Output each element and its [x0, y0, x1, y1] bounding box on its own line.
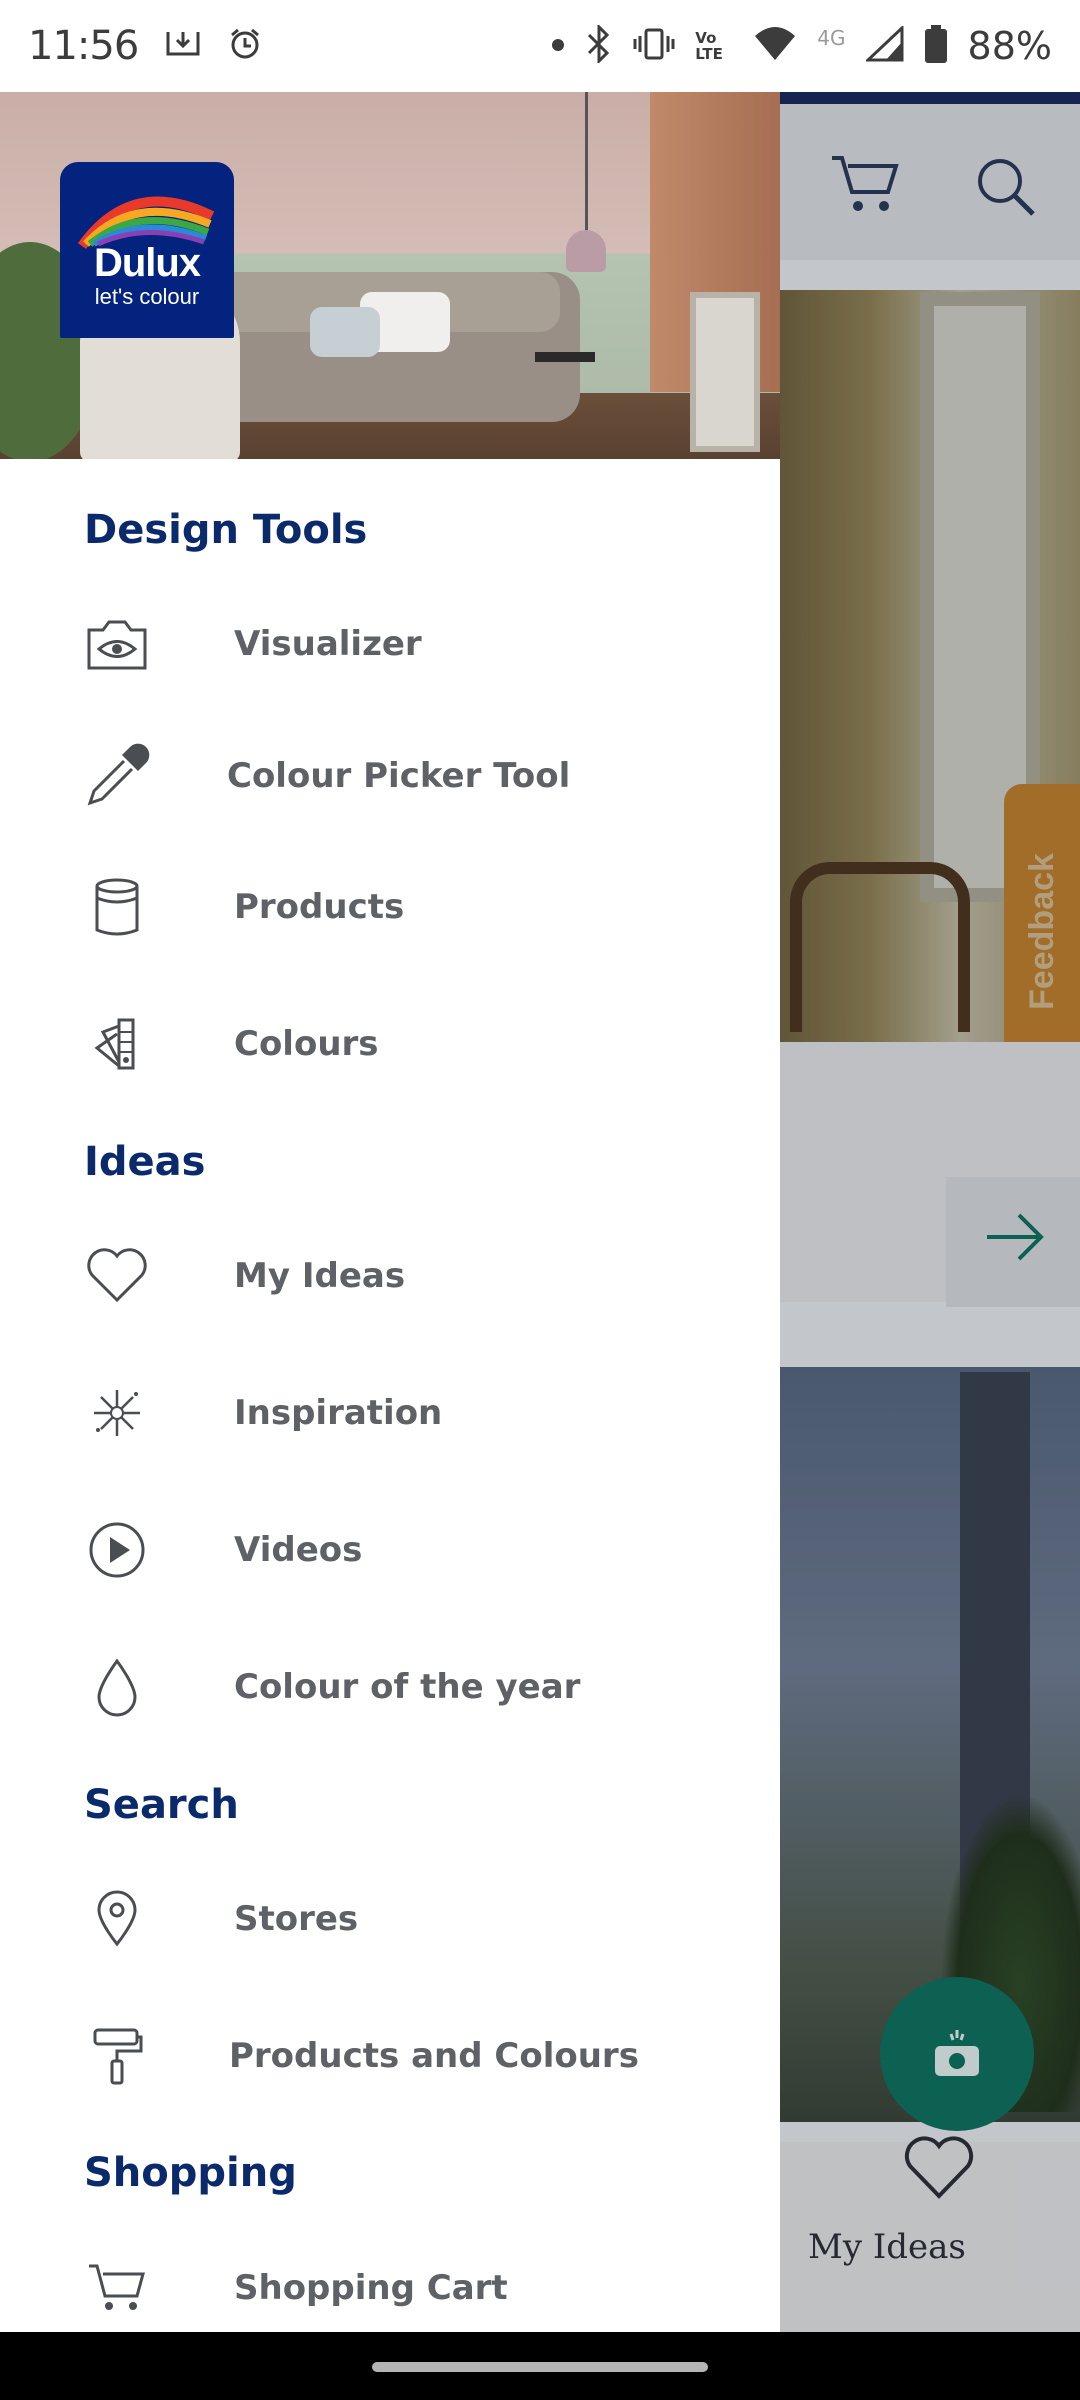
- location-pin-icon: [82, 1884, 152, 1954]
- sparkle-icon: [82, 1378, 152, 1448]
- cart-icon: [82, 2253, 152, 2323]
- system-navigation-bar: [0, 2332, 1080, 2400]
- home-gesture-handle[interactable]: [372, 2362, 708, 2372]
- menu-label-shopping-cart: Shopping Cart: [234, 2268, 508, 2308]
- menu-label-colour-picker-tool: Colour Picker Tool: [227, 756, 571, 796]
- dulux-logo: Dulux let's colour: [60, 162, 234, 338]
- drop-icon: [82, 1652, 152, 1722]
- menu-label-colours: Colours: [234, 1024, 379, 1064]
- menu-label-colour-of-the-year: Colour of the year: [234, 1667, 581, 1707]
- drawer-header-image: Dulux let's colour: [0, 92, 780, 459]
- notification-dot-icon: [551, 37, 565, 56]
- section-title-shopping: Shopping: [84, 2150, 297, 2196]
- menu-label-inspiration: Inspiration: [234, 1393, 443, 1433]
- navigation-drawer: Dulux let's colour Design Tools Visualiz…: [0, 92, 780, 2332]
- signal-icon: [863, 24, 904, 66]
- menu-item-stores[interactable]: Stores: [0, 1864, 780, 1974]
- menu-label-stores: Stores: [234, 1899, 359, 1939]
- section-title-ideas: Ideas: [84, 1139, 206, 1185]
- menu-item-visualizer[interactable]: Visualizer: [0, 589, 780, 699]
- play-circle-icon: [82, 1515, 152, 1585]
- colour-swatch-icon: [82, 1009, 152, 1079]
- volte-icon: Vo LTE: [695, 30, 733, 62]
- menu-item-my-ideas[interactable]: My Ideas: [0, 1221, 780, 1331]
- wifi-icon: [753, 26, 797, 66]
- battery-icon: [924, 25, 948, 67]
- menu-item-products-and-colours[interactable]: Products and Colours: [0, 2001, 780, 2111]
- eyedropper-icon: [82, 741, 152, 811]
- menu-item-colour-picker-tool[interactable]: Colour Picker Tool: [0, 721, 780, 831]
- section-title-design-tools: Design Tools: [84, 507, 368, 553]
- volte-text: Vo LTE: [695, 29, 723, 63]
- menu-label-videos: Videos: [234, 1530, 363, 1570]
- menu-label-visualizer: Visualizer: [234, 624, 422, 664]
- menu-item-inspiration[interactable]: Inspiration: [0, 1358, 780, 1468]
- menu-item-colours[interactable]: Colours: [0, 989, 780, 1099]
- status-bar: 11:56 Vo LTE 4G 88%: [0, 0, 1080, 92]
- status-time: 11:56: [28, 23, 139, 69]
- camera-eye-icon: [82, 609, 152, 679]
- network-type: 4G: [817, 26, 846, 50]
- drawer-scrim[interactable]: [780, 92, 1080, 2332]
- alarm-icon: [228, 27, 262, 65]
- menu-label-products: Products: [234, 887, 405, 927]
- menu-item-products[interactable]: Products: [0, 852, 780, 962]
- menu-item-videos[interactable]: Videos: [0, 1495, 780, 1605]
- battery-percent: 88%: [967, 24, 1052, 68]
- paint-roller-icon: [82, 2021, 152, 2091]
- logo-wordmark: Dulux: [93, 240, 201, 285]
- menu-item-shopping-cart[interactable]: Shopping Cart: [0, 2233, 780, 2332]
- vibrate-icon: [633, 27, 675, 65]
- download-icon: [164, 28, 202, 64]
- logo-tagline: let's colour: [94, 283, 200, 309]
- menu-label-products-and-colours: Products and Colours: [229, 2036, 639, 2076]
- menu-item-colour-of-the-year[interactable]: Colour of the year: [0, 1632, 780, 1742]
- bluetooth-icon: [585, 23, 613, 67]
- menu-label-my-ideas: My Ideas: [234, 1256, 406, 1296]
- paint-can-icon: [82, 872, 152, 942]
- heart-icon: [82, 1241, 152, 1311]
- section-title-search: Search: [84, 1782, 239, 1828]
